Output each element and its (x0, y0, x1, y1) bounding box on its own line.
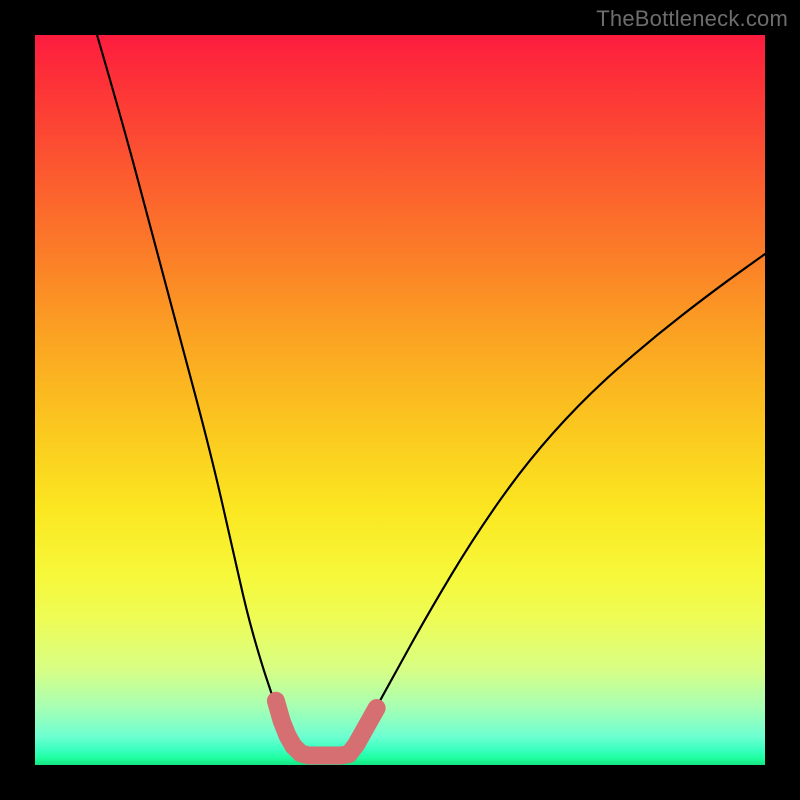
marker-group (276, 701, 384, 756)
series-bottleneck-curve-right (349, 254, 765, 756)
curve-svg (35, 35, 765, 765)
curve-group (97, 35, 765, 756)
chart-frame: TheBottleneck.com (0, 0, 800, 800)
marker-dot (370, 701, 384, 715)
watermark-text: TheBottleneck.com (596, 6, 788, 32)
plot-area (35, 35, 765, 765)
marker-strip (276, 701, 377, 756)
series-combined-overlay (97, 35, 765, 756)
